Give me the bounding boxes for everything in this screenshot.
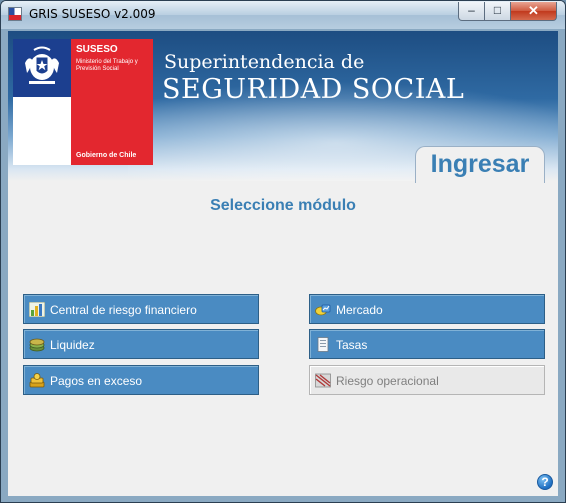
logo-red-block xyxy=(71,39,153,165)
money-stack-icon xyxy=(29,373,45,388)
logo-org-name: SUSESO xyxy=(76,44,118,55)
app-window: GRIS SUSESO v2.009 – □ ✕ SUSESO Minister… xyxy=(0,0,566,503)
client-area: SUSESO Ministerio del Trabajo y Previsió… xyxy=(8,31,558,496)
tab-ingresar-label: Ingresar xyxy=(430,150,530,178)
logo-ministry: Ministerio del Trabajo y Previsión Socia… xyxy=(76,59,138,72)
tasas-label: Tasas xyxy=(336,338,368,352)
central-riesgo-financiero-button[interactable]: Central de riesgo financiero xyxy=(23,294,259,324)
bar-chart-icon xyxy=(29,302,45,317)
app-flag-icon xyxy=(8,7,22,21)
liquidez-button[interactable]: Liquidez xyxy=(23,329,259,359)
coat-of-arms-icon xyxy=(25,46,59,84)
maximize-button[interactable]: □ xyxy=(484,2,511,21)
coins-icon xyxy=(29,338,45,352)
banner-title: SEGURIDAD SOCIAL xyxy=(162,74,465,105)
logo-white-block xyxy=(13,97,71,165)
minimize-button[interactable]: – xyxy=(458,2,485,21)
window-title: GRIS SUSESO v2.009 xyxy=(29,7,156,21)
logo-government: Gobierno de Chile xyxy=(76,152,137,159)
mercado-label: Mercado xyxy=(336,303,383,317)
tab-ingresar[interactable]: Ingresar xyxy=(415,146,545,183)
document-icon xyxy=(317,337,329,352)
riesgo-operacional-button[interactable]: Riesgo operacional xyxy=(309,365,545,395)
mercado-button[interactable]: Mercado xyxy=(309,294,545,324)
suseso-logo: SUSESO Ministerio del Trabajo y Previsió… xyxy=(13,39,153,165)
logo-blue-block xyxy=(13,39,71,97)
section-heading: Seleccione módulo xyxy=(210,197,356,214)
pagos-en-exceso-label: Pagos en exceso xyxy=(50,374,143,388)
liquidez-label: Liquidez xyxy=(50,338,95,352)
help-icon[interactable]: ? xyxy=(537,474,553,490)
tasas-button[interactable]: Tasas xyxy=(309,329,545,359)
risk-icon xyxy=(315,373,331,388)
title-bar[interactable]: GRIS SUSESO v2.009 – □ ✕ xyxy=(1,1,565,29)
central-riesgo-financiero-label: Central de riesgo financiero xyxy=(50,303,197,317)
pagos-en-exceso-button[interactable]: Pagos en exceso xyxy=(23,365,259,395)
market-icon xyxy=(315,304,331,316)
close-button[interactable]: ✕ xyxy=(510,2,557,21)
banner-subtitle: Superintendencia de xyxy=(164,51,365,73)
riesgo-operacional-label: Riesgo operacional xyxy=(336,374,439,388)
